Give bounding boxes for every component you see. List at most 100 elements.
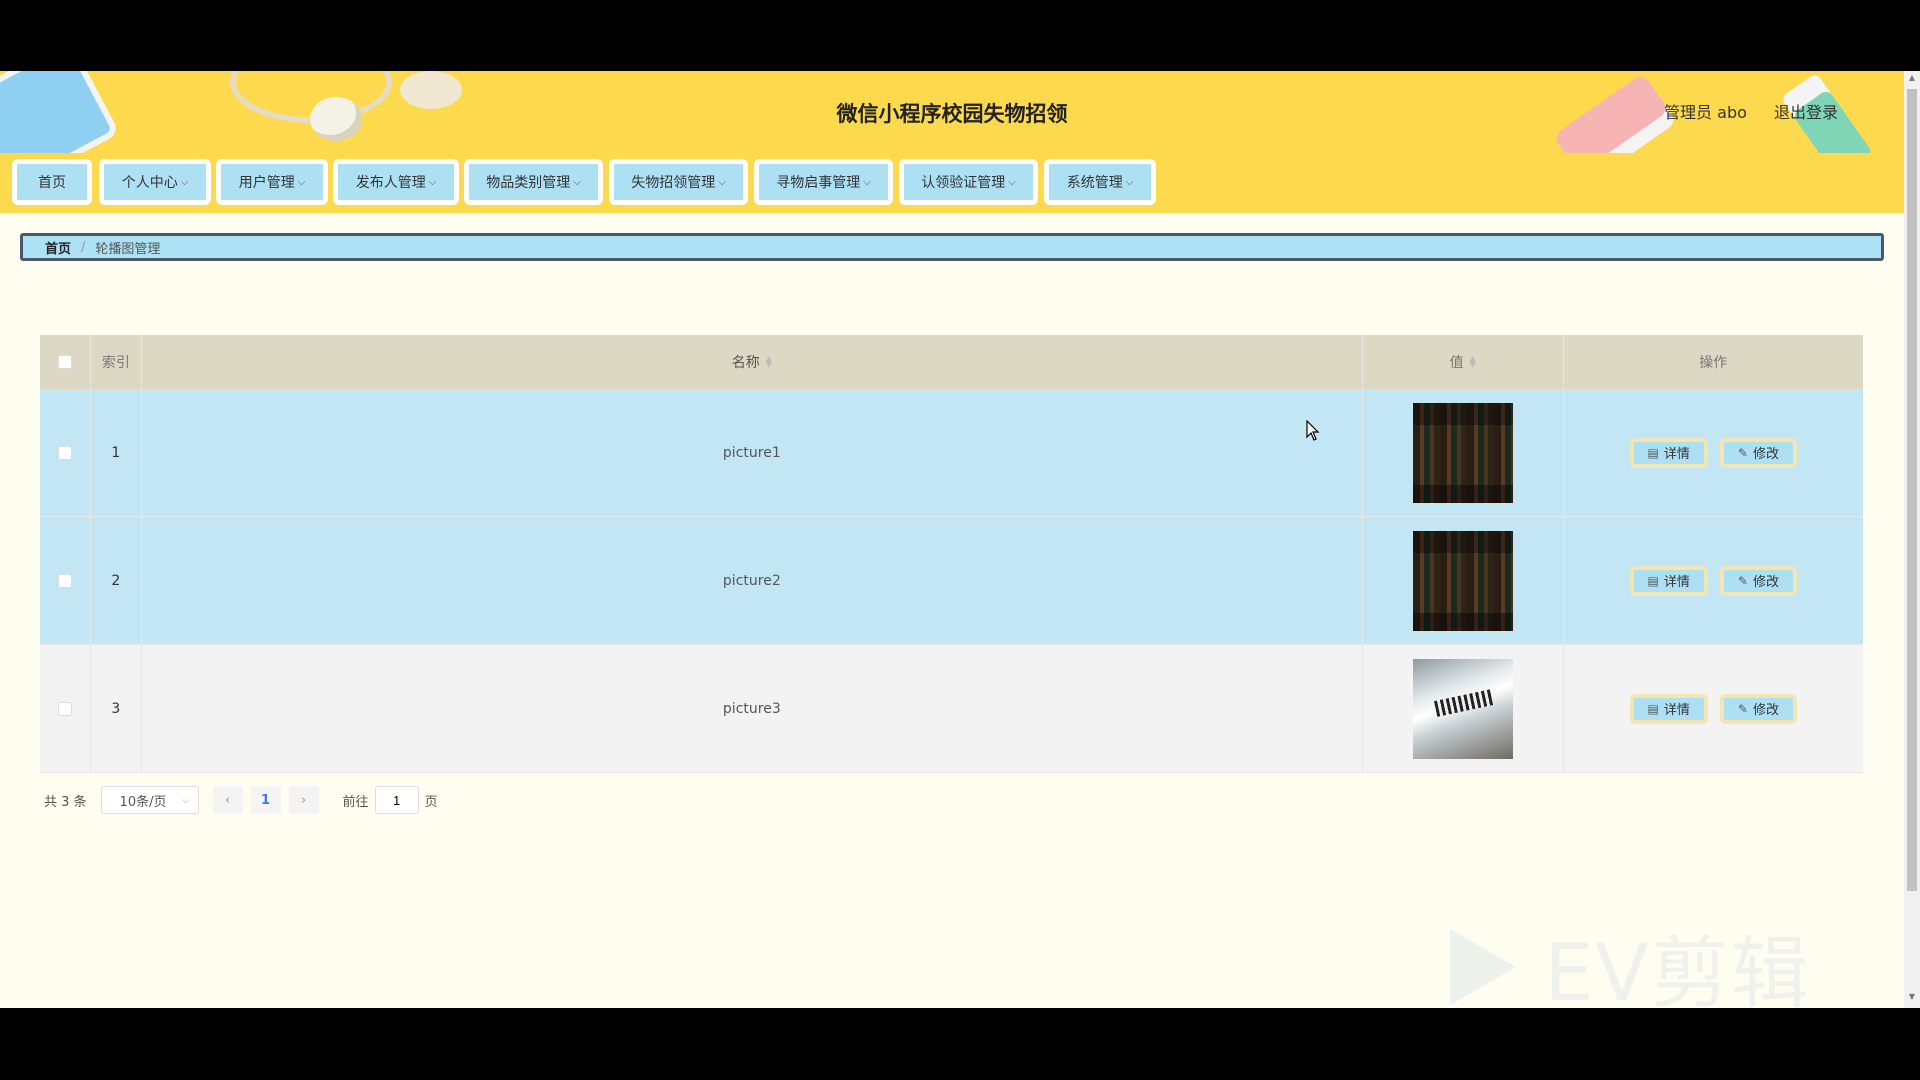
app-title: 微信小程序校园失物招领 xyxy=(836,102,1068,126)
select-all-checkbox[interactable] xyxy=(57,355,72,369)
table-row: 2 picture2 ▤ 详情 ✎ 修改 xyxy=(40,517,1863,645)
sort-icon[interactable]: ▲ ▼ xyxy=(766,355,772,369)
chevron-down-icon: ⌵ xyxy=(297,176,306,188)
chevron-down-icon: ⌵ xyxy=(181,794,190,806)
detail-button-label: 详情 xyxy=(1663,447,1690,462)
row-index: 2 xyxy=(91,517,142,644)
chevron-down-icon: ⌵ xyxy=(428,176,437,188)
header-value[interactable]: 值 ▲ ▼ xyxy=(1363,335,1564,389)
pagination: 共 3 条 10条/页 ⌵ ‹ 1 › 前往 页 xyxy=(44,786,438,814)
pencil-icon: ✎ xyxy=(1737,701,1748,716)
goto-label: 前往 xyxy=(342,794,369,810)
row-value xyxy=(1363,645,1564,772)
nav-item-lost-notice-management[interactable]: 寻物启事管理 ⌵ xyxy=(754,159,893,205)
nav-item-publisher-management[interactable]: 发布人管理 ⌵ xyxy=(333,159,459,205)
chevron-down-icon: ⌵ xyxy=(180,176,189,188)
row-actions: ▤ 详情 ✎ 修改 xyxy=(1564,517,1864,644)
row-select-cell xyxy=(40,389,91,516)
header-actions: 操作 xyxy=(1564,335,1864,389)
box-photo-thumbnail[interactable] xyxy=(1412,658,1513,759)
logout-link[interactable]: 退出登录 xyxy=(1774,103,1838,122)
scrollbar-thumb[interactable] xyxy=(1907,89,1917,891)
play-icon xyxy=(1450,929,1516,1005)
detail-button-label: 详情 xyxy=(1663,703,1690,718)
goto-page-input[interactable] xyxy=(374,786,419,814)
header-name[interactable]: 名称 ▲ ▼ xyxy=(142,335,1363,389)
books-photo-thumbnail[interactable] xyxy=(1412,530,1513,631)
nav-item-label: 首页 xyxy=(38,175,66,191)
row-checkbox[interactable] xyxy=(57,573,72,588)
total-count: 共 3 条 xyxy=(44,794,87,810)
nav-item-label: 发布人管理 xyxy=(355,175,426,191)
watermark-text: EV剪辑 xyxy=(1544,929,1811,1008)
chevron-down-icon: ⌵ xyxy=(1008,176,1016,188)
nav-item-label: 失物招领管理 xyxy=(631,175,716,191)
breadcrumb-current: 轮播图管理 xyxy=(95,241,161,257)
row-checkbox[interactable] xyxy=(57,701,72,716)
books-photo-thumbnail[interactable] xyxy=(1412,402,1513,503)
edit-button[interactable]: ✎ 修改 xyxy=(1719,565,1797,596)
document-icon: ▤ xyxy=(1647,573,1659,588)
edit-button[interactable]: ✎ 修改 xyxy=(1719,693,1797,724)
ev-watermark: EV剪辑 xyxy=(1450,911,1811,1008)
page-suffix: 页 xyxy=(424,794,438,810)
row-value xyxy=(1363,517,1564,644)
sort-icon[interactable]: ▲ ▼ xyxy=(1470,355,1476,369)
nav-item-claim-verify-management[interactable]: 认领验证管理 ⌵ xyxy=(899,159,1038,205)
document-icon: ▤ xyxy=(1647,701,1659,716)
chevron-down-icon: ⌵ xyxy=(718,176,726,188)
nav-item-home[interactable]: 首页 xyxy=(12,159,92,205)
chevron-down-icon: ⌵ xyxy=(573,176,581,188)
row-select-cell xyxy=(40,645,91,772)
nav-item-lost-found-management[interactable]: 失物招领管理 ⌵ xyxy=(609,159,748,205)
detail-button[interactable]: ▤ 详情 xyxy=(1629,565,1708,596)
row-value xyxy=(1363,389,1564,516)
nav-item-label: 系统管理 xyxy=(1066,175,1123,191)
nav-item-category-management[interactable]: 物品类别管理 ⌵ xyxy=(464,159,603,205)
page-size-select[interactable]: 10条/页 ⌵ xyxy=(100,786,199,814)
nav-item-user-management[interactable]: 用户管理 ⌵ xyxy=(216,159,328,205)
chevron-down-icon: ⌵ xyxy=(1125,176,1134,188)
prev-page-button[interactable]: ‹ xyxy=(212,786,243,814)
page-size-value: 10条/页 xyxy=(119,794,167,810)
row-select-cell xyxy=(40,517,91,644)
row-index: 1 xyxy=(91,389,142,516)
row-index: 3 xyxy=(91,645,142,772)
row-checkbox[interactable] xyxy=(57,445,72,460)
edit-button-label: 修改 xyxy=(1752,575,1779,590)
document-icon: ▤ xyxy=(1647,445,1659,460)
nav-item-label: 认领验证管理 xyxy=(921,175,1006,191)
chevron-right-icon: › xyxy=(300,792,307,808)
detail-button-label: 详情 xyxy=(1663,575,1690,590)
nav-item-system-management[interactable]: 系统管理 ⌵ xyxy=(1044,159,1156,205)
chevron-left-icon: ‹ xyxy=(224,792,231,808)
nav-item-label: 个人中心 xyxy=(121,175,178,191)
header-index-label: 索引 xyxy=(101,355,130,371)
chevron-down-icon: ⌵ xyxy=(863,176,871,188)
nav-item-personal-center[interactable]: 个人中心 ⌵ xyxy=(99,159,211,205)
user-area: 管理员 abo 退出登录 xyxy=(1642,99,1838,123)
nav-item-label: 物品类别管理 xyxy=(486,175,571,191)
page-number-button[interactable]: 1 xyxy=(250,786,281,814)
header-name-label: 名称 xyxy=(731,355,760,371)
next-page-button[interactable]: › xyxy=(288,786,319,814)
admin-user-label: 管理员 abo xyxy=(1664,103,1747,122)
detail-button[interactable]: ▤ 详情 xyxy=(1629,437,1708,468)
nav-item-label: 寻物启事管理 xyxy=(776,175,861,191)
screen: 微信小程序校园失物招领 管理员 abo 退出登录 首页 个人中心 ⌵ 用户管理 ⌵ … xyxy=(0,0,1920,1080)
vertical-scrollbar[interactable]: ▲ ▼ xyxy=(1904,71,1920,1008)
edit-button[interactable]: ✎ 修改 xyxy=(1719,437,1797,468)
scroll-down-arrow-icon[interactable]: ▼ xyxy=(1904,992,1920,1006)
breadcrumb-separator: / xyxy=(81,239,86,255)
detail-button[interactable]: ▤ 详情 xyxy=(1629,693,1708,724)
scroll-up-arrow-icon[interactable]: ▲ xyxy=(1904,73,1920,87)
header-index: 索引 xyxy=(91,335,142,389)
breadcrumb-home[interactable]: 首页 xyxy=(45,238,71,257)
pencil-icon: ✎ xyxy=(1737,445,1748,460)
row-actions: ▤ 详情 ✎ 修改 xyxy=(1564,389,1864,516)
edit-button-label: 修改 xyxy=(1752,703,1779,718)
browser-viewport: 微信小程序校园失物招领 管理员 abo 退出登录 首页 个人中心 ⌵ 用户管理 ⌵ … xyxy=(0,71,1920,1008)
pencil-icon: ✎ xyxy=(1737,573,1748,588)
header-value-label: 值 xyxy=(1449,355,1464,371)
breadcrumb: 首页 / 轮播图管理 xyxy=(20,233,1884,261)
